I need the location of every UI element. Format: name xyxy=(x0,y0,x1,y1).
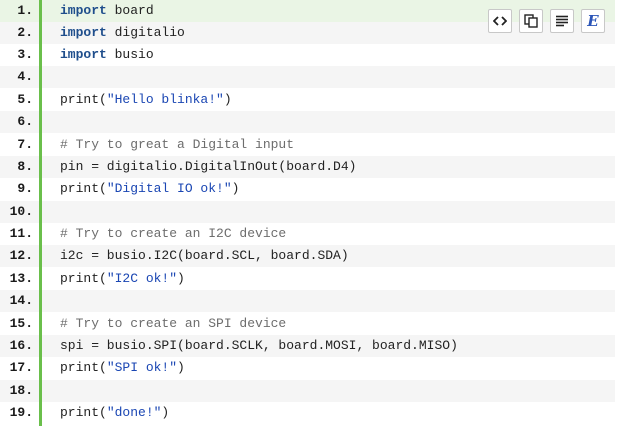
line-number: 18. xyxy=(9,383,33,398)
code-text: pin = digitalio.DigitalInOut(board.D4) xyxy=(60,156,356,178)
code-text: # Try to create an I2C device xyxy=(60,223,286,245)
code-line: 19. print("done!") xyxy=(0,402,615,424)
code-line: 4. xyxy=(0,66,615,88)
code-line: 13. print("I2C ok!") xyxy=(0,268,615,290)
line-number: 4. xyxy=(17,69,33,84)
about-button[interactable]: E xyxy=(581,9,605,33)
line-number: 6. xyxy=(17,114,33,129)
code-text: import busio xyxy=(60,44,154,66)
code-line: 5. print("Hello blinka!") xyxy=(0,89,615,111)
print-button[interactable] xyxy=(550,9,574,33)
code-token: i2c = busio.I2C(board.SCL, board.SDA) xyxy=(60,248,349,263)
code-line: 12. i2c = busio.I2C(board.SCL, board.SDA) xyxy=(0,245,615,267)
code-token: print( xyxy=(60,181,107,196)
line-number: 19. xyxy=(9,405,33,420)
code-token: print( xyxy=(60,360,107,375)
line-number: 7. xyxy=(17,137,33,152)
line-number: 13. xyxy=(9,271,33,286)
code-line: 16. spi = busio.SPI(board.SCLK, board.MOS… xyxy=(0,335,615,357)
code-line: 3. import busio xyxy=(0,44,615,66)
code-token: ) xyxy=(161,405,170,420)
code-token: digitalio xyxy=(106,25,185,40)
code-line: 11. # Try to create an I2C device xyxy=(0,223,615,245)
view-source-icon xyxy=(493,15,507,27)
keyword-token: import xyxy=(60,47,107,62)
keyword-token: import xyxy=(60,25,107,40)
code-text: # Try to great a Digital input xyxy=(60,134,294,156)
code-text: # Try to create an SPI device xyxy=(60,313,286,335)
keyword-token: import xyxy=(60,3,107,18)
string-token: "Hello blinka!" xyxy=(106,92,224,107)
code-token: ) xyxy=(231,181,240,196)
code-line: 18. xyxy=(0,380,615,402)
code-token: board xyxy=(106,3,154,18)
code-text: i2c = busio.I2C(board.SCL, board.SDA) xyxy=(60,245,349,267)
code-text: import digitalio xyxy=(60,22,185,44)
code-line: 9. print("Digital IO ok!") xyxy=(0,178,615,200)
code-text: import board xyxy=(60,0,154,22)
line-number: 14. xyxy=(9,293,33,308)
code-token: print( xyxy=(60,92,107,107)
code-line: 15. # Try to create an SPI device xyxy=(0,313,615,335)
copy-icon xyxy=(524,14,538,28)
print-icon xyxy=(555,15,569,27)
comment-token: # Try to great a Digital input xyxy=(60,137,295,152)
code-line: 8. pin = digitalio.DigitalInOut(board.D4) xyxy=(0,156,615,178)
string-token: "SPI ok!" xyxy=(106,360,178,375)
line-number: 8. xyxy=(17,159,33,174)
code-line: 14. xyxy=(0,290,615,312)
code-line: 7. # Try to great a Digital input xyxy=(0,134,615,156)
about-icon: E xyxy=(587,11,599,30)
code-text: print("Digital IO ok!") xyxy=(60,178,239,200)
line-number: 3. xyxy=(17,47,33,62)
code-text: print("SPI ok!") xyxy=(60,357,185,379)
code-token: pin = digitalio.DigitalInOut(board.D4) xyxy=(60,159,357,174)
code-text: spi = busio.SPI(board.SCLK, board.MOSI, … xyxy=(60,335,458,357)
code-text: print("done!") xyxy=(60,402,169,424)
code-toolbar: E xyxy=(488,9,605,33)
code-text: print("I2C ok!") xyxy=(60,268,185,290)
code-token: print( xyxy=(60,405,107,420)
line-number: 15. xyxy=(9,316,33,331)
string-token: "done!" xyxy=(106,405,162,420)
copy-button[interactable] xyxy=(519,9,543,33)
gutter-accent-bar xyxy=(39,0,42,426)
code-token: ) xyxy=(177,360,185,375)
line-number: 9. xyxy=(17,181,33,196)
line-number: 11. xyxy=(9,226,33,241)
line-number: 12. xyxy=(9,248,33,263)
comment-token: # Try to create an I2C device xyxy=(60,226,287,241)
line-number: 17. xyxy=(9,360,33,375)
code-token: ) xyxy=(177,271,185,286)
code-line: 6. xyxy=(0,111,615,133)
line-number: 5. xyxy=(17,92,33,107)
view-source-button[interactable] xyxy=(488,9,512,33)
code-line: 17. print("SPI ok!") xyxy=(0,357,615,379)
line-number: 1. xyxy=(17,3,33,18)
line-number: 2. xyxy=(17,25,33,40)
code-token: print( xyxy=(60,271,107,286)
code-token: ) xyxy=(223,92,232,107)
code-block: 1. import board 2. import digitalio 3. import… xyxy=(0,0,615,426)
line-number: 16. xyxy=(9,338,33,353)
line-number: 10. xyxy=(9,204,33,219)
comment-token: # Try to create an SPI device xyxy=(60,316,287,331)
string-token: "Digital IO ok!" xyxy=(106,181,232,196)
string-token: "I2C ok!" xyxy=(106,271,178,286)
code-text: print("Hello blinka!") xyxy=(60,89,232,111)
code-token: spi = busio.SPI(board.SCLK, board.MOSI, … xyxy=(60,338,458,353)
code-line: 10. xyxy=(0,201,615,223)
code-token: busio xyxy=(106,47,154,62)
